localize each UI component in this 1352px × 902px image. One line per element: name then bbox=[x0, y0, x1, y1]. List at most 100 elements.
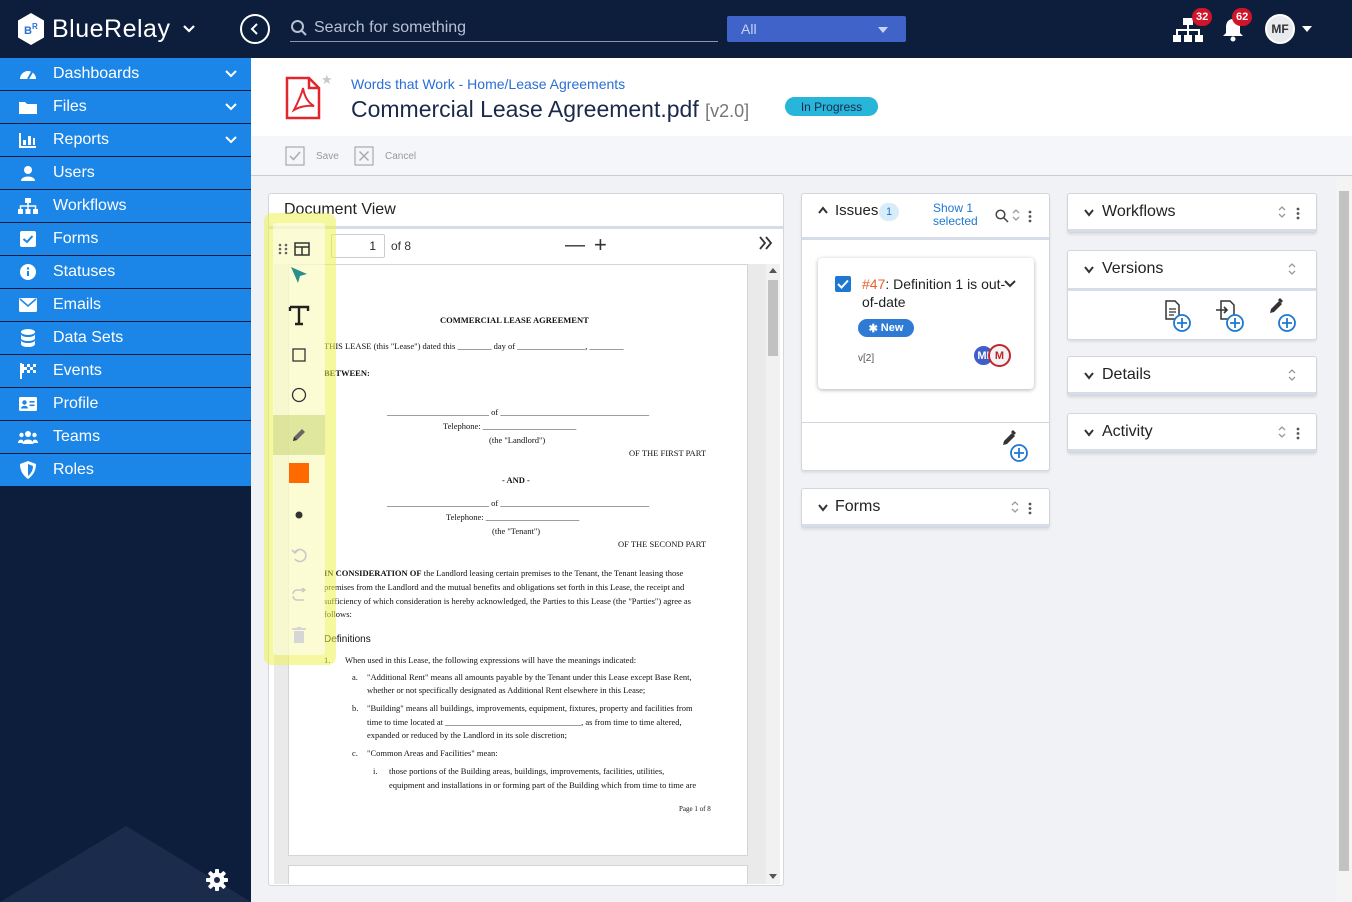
versions-panel-header[interactable]: Versions bbox=[1068, 251, 1316, 291]
sidebar-item-label: Reports bbox=[53, 131, 110, 148]
document-viewer[interactable]: COMMERCIAL LEASE AGREEMENT THIS LEASE (t… bbox=[274, 264, 780, 884]
show-selected-link[interactable]: Show 1 selected bbox=[933, 202, 978, 228]
chevron-down-icon[interactable] bbox=[1004, 280, 1016, 288]
issue-number[interactable]: #47 bbox=[862, 276, 885, 292]
chevron-down-icon[interactable] bbox=[182, 24, 196, 34]
sidebar-item-files[interactable]: Files bbox=[0, 91, 251, 124]
more-options-icon[interactable] bbox=[1028, 210, 1032, 223]
search-icon[interactable] bbox=[995, 209, 1009, 223]
import-version-button[interactable] bbox=[1215, 299, 1245, 338]
sort-icon[interactable] bbox=[1287, 262, 1297, 276]
sidebar-item-data-sets[interactable]: Data Sets bbox=[0, 322, 251, 355]
activity-panel-header[interactable]: Activity bbox=[1068, 414, 1316, 452]
sort-icon[interactable] bbox=[1277, 205, 1287, 219]
sidebar-item-statuses[interactable]: Statuses bbox=[0, 256, 251, 289]
page-scrollbar[interactable] bbox=[1336, 177, 1352, 902]
search-placeholder: Search for something bbox=[314, 18, 467, 36]
status-badge[interactable]: In Progress bbox=[785, 97, 878, 116]
layout-icon bbox=[294, 242, 310, 256]
cancel-button[interactable]: Cancel bbox=[354, 146, 416, 166]
page-number-input[interactable]: 1 bbox=[331, 234, 385, 258]
scroll-down-arrow-icon[interactable] bbox=[769, 874, 777, 879]
sort-icon[interactable] bbox=[1010, 500, 1020, 514]
viewer-scrollbar-thumb[interactable] bbox=[768, 280, 778, 356]
chevron-down-icon[interactable] bbox=[1084, 209, 1094, 217]
chevron-down-icon[interactable] bbox=[1084, 372, 1094, 380]
reporter-avatar[interactable]: M bbox=[988, 344, 1011, 367]
sidebar-item-label: Profile bbox=[53, 395, 99, 412]
issue-card[interactable]: #47: Definition 1 is out-of-date ✱ New v… bbox=[818, 258, 1034, 389]
forms-panel: Forms bbox=[801, 488, 1050, 528]
save-button[interactable]: Save bbox=[285, 146, 339, 166]
sort-icon[interactable] bbox=[1277, 425, 1287, 439]
pencil-tool-button[interactable] bbox=[273, 415, 325, 455]
circle-tool-button[interactable] bbox=[273, 375, 325, 415]
details-panel-header[interactable]: Details bbox=[1068, 357, 1316, 395]
sidebar-item-dashboards[interactable]: Dashboards bbox=[0, 58, 251, 91]
sign-version-button[interactable] bbox=[1268, 297, 1298, 338]
issue-status-badge: ✱ New bbox=[858, 319, 914, 337]
doc-line: i. bbox=[373, 766, 378, 776]
delete-button[interactable] bbox=[273, 615, 325, 655]
doc-line: Telephone: ______________________ bbox=[446, 512, 580, 522]
id-card-icon bbox=[18, 394, 38, 414]
breadcrumb[interactable]: Words that Work - Home/Lease Agreements bbox=[351, 76, 625, 92]
chevron-down-icon[interactable] bbox=[1084, 266, 1094, 274]
sidebar-item-workflows[interactable]: Workflows bbox=[0, 190, 251, 223]
more-options-icon[interactable] bbox=[1296, 427, 1300, 440]
text-tool-button[interactable] bbox=[273, 295, 325, 335]
stroke-size-button[interactable] bbox=[273, 495, 325, 535]
sidebar-item-label: Files bbox=[53, 98, 87, 115]
user-avatar[interactable]: MF bbox=[1265, 14, 1295, 44]
sidebar-item-events[interactable]: Events bbox=[0, 355, 251, 388]
caret-down-icon[interactable] bbox=[1302, 26, 1312, 32]
more-options-icon[interactable] bbox=[1296, 207, 1300, 220]
add-version-button[interactable] bbox=[1164, 299, 1192, 338]
sitemap-icon bbox=[18, 196, 38, 216]
select-tool-button[interactable] bbox=[273, 255, 325, 295]
sidebar-item-label: Data Sets bbox=[53, 329, 124, 346]
sidebar-item-profile[interactable]: Profile bbox=[0, 388, 251, 421]
scroll-up-arrow-icon[interactable] bbox=[769, 268, 777, 273]
back-button[interactable] bbox=[240, 14, 270, 44]
document-page: COMMERCIAL LEASE AGREEMENT THIS LEASE (t… bbox=[288, 264, 748, 856]
color-picker-button[interactable] bbox=[273, 453, 325, 493]
chevron-down-icon[interactable] bbox=[1084, 429, 1094, 437]
more-options-icon[interactable] bbox=[1028, 502, 1032, 515]
app-logo[interactable]: B R BlueRelay bbox=[16, 12, 196, 46]
sidebar-item-label: Teams bbox=[53, 428, 101, 445]
sidebar-item-roles[interactable]: Roles bbox=[0, 454, 251, 487]
details-panel: Details bbox=[1067, 356, 1317, 396]
forms-panel-header[interactable]: Forms bbox=[802, 489, 1049, 527]
favorite-star-icon[interactable]: ★ bbox=[321, 72, 333, 88]
rectangle-tool-button[interactable] bbox=[273, 335, 325, 375]
caret-down-icon bbox=[878, 27, 888, 33]
expand-panel-button[interactable] bbox=[759, 234, 773, 255]
undo-button[interactable] bbox=[273, 535, 325, 575]
chevron-up-icon[interactable] bbox=[818, 206, 828, 214]
sidebar-item-users[interactable]: Users bbox=[0, 157, 251, 190]
redo-button[interactable] bbox=[273, 575, 325, 615]
zoom-out-button[interactable]: — bbox=[565, 234, 585, 257]
dot-icon bbox=[295, 511, 303, 519]
add-issue-button[interactable] bbox=[1001, 429, 1031, 468]
chart-icon bbox=[18, 130, 38, 150]
sidebar-item-forms[interactable]: Forms bbox=[0, 223, 251, 256]
workflows-panel-header[interactable]: Workflows bbox=[1068, 194, 1316, 232]
issue-version: v[2] bbox=[858, 353, 875, 364]
sidebar-item-emails[interactable]: Emails bbox=[0, 289, 251, 322]
viewer-scrollbar[interactable] bbox=[766, 264, 780, 884]
zoom-in-button[interactable]: + bbox=[594, 232, 607, 258]
chevron-down-icon[interactable] bbox=[818, 504, 828, 512]
sort-icon[interactable] bbox=[1287, 368, 1297, 382]
settings-button[interactable] bbox=[206, 869, 228, 896]
issue-checkbox[interactable] bbox=[835, 276, 851, 292]
sidebar-item-reports[interactable]: Reports bbox=[0, 124, 251, 157]
circle-icon bbox=[291, 387, 307, 403]
sidebar-item-teams[interactable]: Teams bbox=[0, 421, 251, 454]
sort-icon[interactable] bbox=[1011, 208, 1021, 222]
page-scrollbar-thumb[interactable] bbox=[1339, 191, 1349, 871]
issues-title: Issues bbox=[835, 202, 879, 219]
search-scope-select[interactable]: All bbox=[727, 16, 906, 42]
search-input[interactable]: Search for something bbox=[290, 14, 718, 42]
